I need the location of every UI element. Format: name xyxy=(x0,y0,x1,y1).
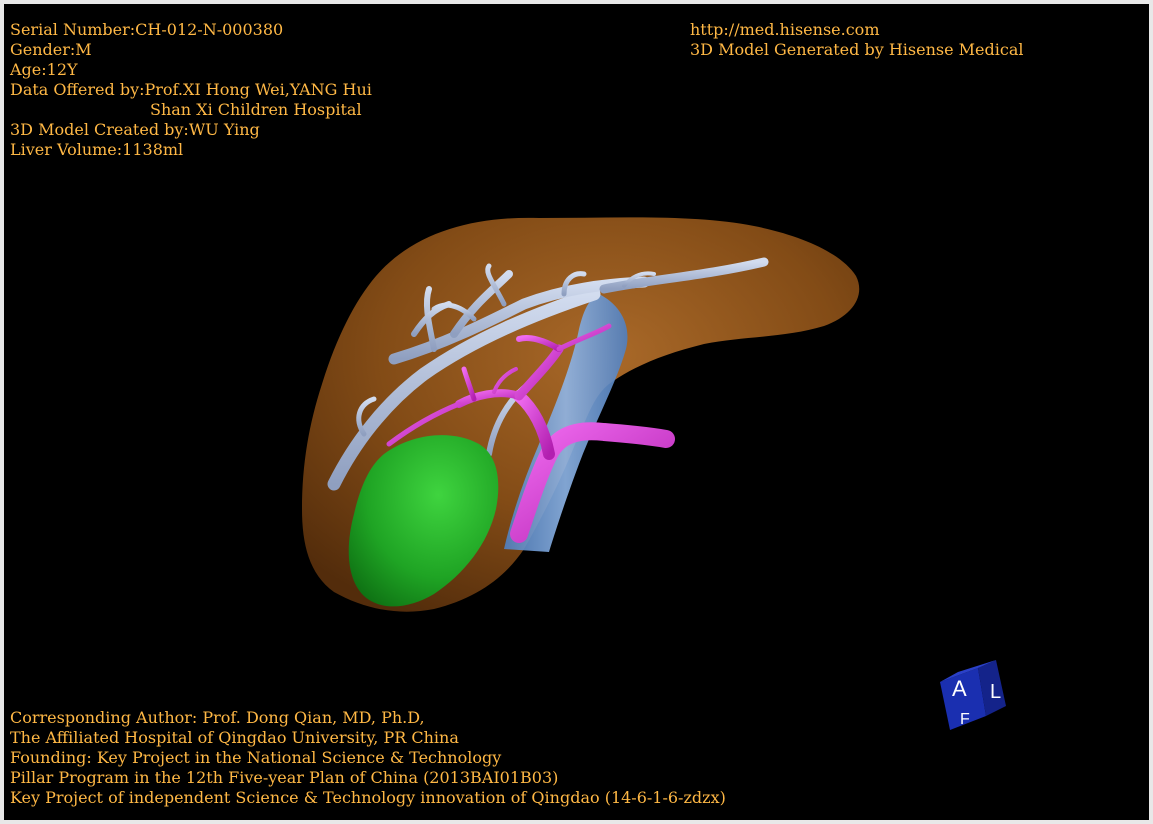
viewer-frame: Serial Number:CH-012-N-000380 Gender:M A… xyxy=(0,0,1153,824)
generated-by: 3D Model Generated by Hisense Medical xyxy=(690,40,1024,59)
serial-number: Serial Number:CH-012-N-000380 xyxy=(10,20,284,39)
hospital: Shan Xi Children Hospital xyxy=(150,100,362,119)
website-url: http://med.hisense.com xyxy=(690,20,880,39)
footer-author: Corresponding Author: Prof. Dong Qian, M… xyxy=(10,708,425,727)
model-created-by: 3D Model Created by:WU Ying xyxy=(10,120,260,139)
orientation-cube[interactable]: A L F xyxy=(934,654,1014,734)
footer-founding: Founding: Key Project in the National Sc… xyxy=(10,748,502,767)
gender: Gender:M xyxy=(10,40,92,59)
footer-hospital: The Affiliated Hospital of Qingdao Unive… xyxy=(10,728,459,747)
cube-label-side: L xyxy=(990,681,1001,703)
age: Age:12Y xyxy=(10,60,78,79)
footer-program: Pillar Program in the 12th Five-year Pla… xyxy=(10,768,559,787)
cube-label-front: A xyxy=(952,676,967,701)
data-offered: Data Offered by:Prof.XI Hong Wei,YANG Hu… xyxy=(10,80,372,99)
liver-volume: Liver Volume:1138ml xyxy=(10,140,184,159)
footer-project: Key Project of independent Science & Tec… xyxy=(10,788,726,807)
cube-label-top: F xyxy=(960,711,970,728)
